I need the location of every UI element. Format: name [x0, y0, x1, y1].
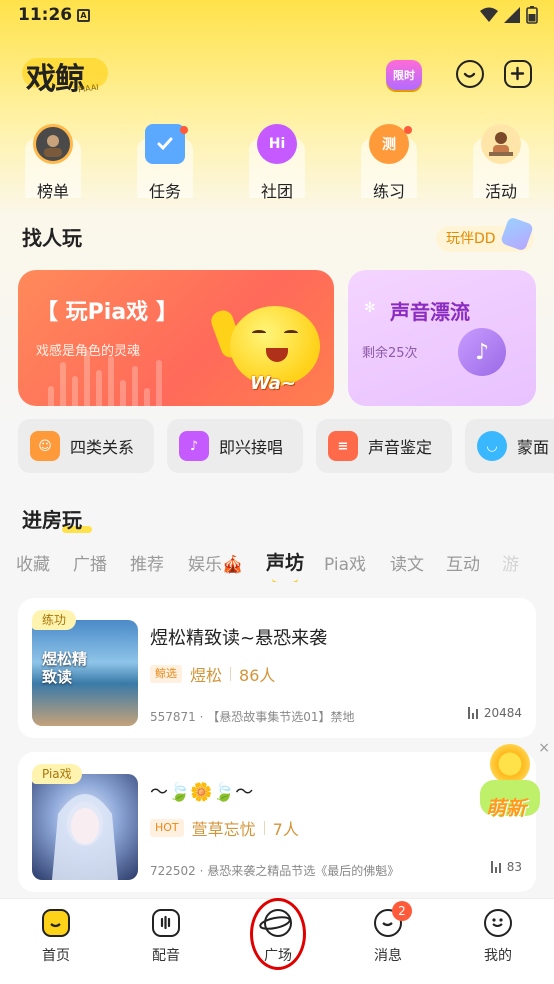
- music-note-icon: ♪: [458, 328, 506, 376]
- tab-recommend[interactable]: 推荐: [130, 550, 164, 575]
- music-icon: ♪: [179, 431, 209, 461]
- room-host: 萱草忘忧: [191, 820, 256, 839]
- room-count: 83: [490, 860, 522, 874]
- pia-card-title: 【 玩Pia戏 】: [36, 300, 178, 325]
- message-icon: 2: [374, 901, 412, 937]
- room-info: 557871 · 【悬恐故事集节选01】禁地: [150, 710, 355, 724]
- nav-dubbing[interactable]: 配音: [126, 909, 206, 965]
- practice-icon: 测: [369, 124, 409, 164]
- entry-club[interactable]: Hi 社团: [242, 124, 312, 201]
- message-badge: 2: [392, 901, 412, 921]
- club-icon: Hi: [257, 124, 297, 164]
- voice-drift-card[interactable]: ✻ 声音漂流 剩余25次 ♪: [348, 270, 536, 406]
- room-meta: 鲸选 煜松 86人: [150, 662, 275, 686]
- room-card[interactable]: 练功 煜松精致读 煜松精致读~悬恐来袭 鲸选 煜松 86人 557871 · 【…: [18, 598, 536, 738]
- nav-profile[interactable]: 我的: [458, 909, 538, 965]
- add-icon[interactable]: [504, 60, 532, 88]
- room-cover: [32, 774, 138, 880]
- voice-card-title: 声音漂流: [390, 300, 470, 324]
- room-cover: 煜松精致读: [32, 620, 138, 726]
- nav-messages[interactable]: 2 消息: [348, 901, 428, 965]
- voice-card-remain: 剩余25次: [362, 346, 418, 361]
- entry-event[interactable]: 活动: [466, 124, 536, 201]
- mic-icon: [152, 909, 180, 937]
- room-title: 煜松精致读~悬恐来袭: [150, 628, 328, 649]
- wifi-icon: [480, 7, 498, 22]
- room-tabs: 收藏 广播 推荐 娱乐🎪 声坊 Pia戏 读文 互动 游: [0, 548, 554, 582]
- tab-game[interactable]: 游: [502, 550, 519, 575]
- flower-icon: ✻: [364, 300, 376, 316]
- tab-interactive[interactable]: 互动: [446, 550, 480, 575]
- chip-masked[interactable]: ◡ 蒙面: [465, 419, 554, 473]
- status-time: 11:26: [18, 5, 73, 25]
- tab-broadcast[interactable]: 广播: [73, 550, 107, 575]
- quick-entries: 榜单 任务 Hi 社团 测 练习 活动: [0, 124, 554, 204]
- battery-icon: [526, 6, 538, 24]
- room-title: 〜🍃🌼🍃〜: [150, 782, 254, 803]
- room-meta: HOT 萱草忘忧 7人: [150, 816, 299, 840]
- room-tag: Pia戏: [32, 764, 82, 784]
- chip-improv-sing[interactable]: ♪ 即兴接唱: [167, 419, 303, 473]
- event-icon: [481, 124, 521, 164]
- partner-dd-button[interactable]: 玩伴DD: [436, 216, 535, 252]
- find-section-title: 找人玩: [22, 222, 92, 251]
- room-badge: 鲸选: [150, 665, 182, 683]
- wa-text: Wa~: [250, 373, 296, 394]
- chip-voice-certify[interactable]: ≡ 声音鉴定: [316, 419, 452, 473]
- nav-home[interactable]: 首页: [16, 909, 96, 965]
- room-people: 7人: [272, 820, 299, 839]
- ranking-icon: [33, 124, 73, 164]
- newbie-float-ad[interactable]: × 萌新: [468, 740, 552, 826]
- signal-icon: [504, 7, 520, 23]
- room-tag: 练功: [32, 610, 77, 630]
- equalizer-icon: [490, 861, 501, 873]
- task-dot: [180, 126, 188, 134]
- system-icons: [480, 6, 538, 24]
- entry-ranking[interactable]: 榜单: [18, 124, 88, 201]
- pia-card-desc: 戏感是角色的灵魂: [36, 344, 141, 359]
- entry-task[interactable]: 任务: [130, 124, 200, 201]
- equalizer-icon: [467, 707, 478, 719]
- app-logo: 戏鲸 PIAAI: [22, 52, 112, 97]
- task-icon: [145, 124, 185, 164]
- highlight-circle: [250, 898, 306, 970]
- profile-icon: [484, 909, 512, 937]
- room-badge: HOT: [150, 819, 184, 837]
- flower-icon: [490, 744, 530, 784]
- room-info: 722502 · 悬恐来袭之精品节选《最后的佛魁》: [150, 864, 400, 878]
- tab-pia[interactable]: Pia戏: [324, 550, 366, 575]
- chip-four-relations[interactable]: ☺ 四类关系: [18, 419, 154, 473]
- tab-favorites[interactable]: 收藏: [16, 550, 50, 575]
- feature-chips: ☺ 四类关系 ♪ 即兴接唱 ≡ 声音鉴定 ◡ 蒙面: [18, 419, 554, 475]
- tab-voice-studio[interactable]: 声坊: [266, 548, 304, 575]
- certify-icon: ≡: [328, 431, 358, 461]
- mask-icon: ◡: [477, 431, 507, 461]
- limited-time-button[interactable]: 限时: [386, 60, 422, 90]
- sim-icon: A: [77, 9, 90, 22]
- entry-practice[interactable]: 测 练习: [354, 124, 424, 201]
- room-section-title: 进房玩: [22, 504, 92, 533]
- relation-icon: ☺: [30, 431, 60, 461]
- smile-icon[interactable]: [456, 60, 484, 88]
- tab-entertainment[interactable]: 娱乐🎪: [188, 550, 243, 575]
- tab-reading[interactable]: 读文: [390, 550, 424, 575]
- pia-card[interactable]: 【 玩Pia戏 】 戏感是角色的灵魂 Wa~: [18, 270, 334, 406]
- practice-dot: [404, 126, 412, 134]
- status-bar: 11:26 A: [0, 0, 554, 34]
- close-icon[interactable]: ×: [538, 740, 550, 756]
- room-people: 86人: [239, 666, 276, 685]
- home-icon: [42, 909, 70, 937]
- room-count: 20484: [467, 706, 522, 720]
- room-host: 煜松: [190, 666, 223, 685]
- room-card[interactable]: Pia戏 〜🍃🌼🍃〜 HOT 萱草忘忧 7人 722502 · 悬恐来袭之精品节…: [18, 752, 536, 892]
